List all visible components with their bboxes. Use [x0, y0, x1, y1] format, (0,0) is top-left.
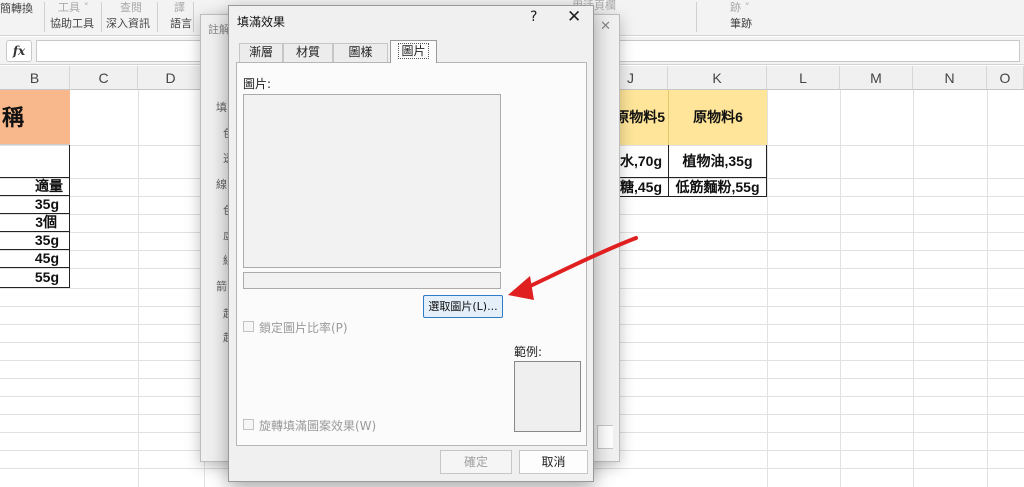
lock-ratio-checkbox[interactable] [243, 321, 254, 332]
select-picture-button[interactable]: 選取圖片(L)... [423, 295, 503, 318]
cell-k-header[interactable]: 原物料6 [668, 90, 767, 145]
column-header-l[interactable]: L [767, 66, 840, 90]
dialog-title: 填滿效果 [237, 15, 286, 29]
column-header-k[interactable]: K [668, 66, 767, 90]
rotate-fill-checkbox[interactable] [243, 419, 254, 430]
tab-pattern[interactable]: 圖樣 [333, 43, 388, 62]
picture-panel: 圖片: 選取圖片(L)... 鎖定圖片比率(P) 範例: 旋轉填滿圖案效果(W) [236, 62, 587, 446]
ribbon-item-accessibility[interactable]: 協助工具 [50, 15, 94, 31]
ribbon-item-tools[interactable]: 工具 ˅ [58, 0, 89, 15]
cell-b-5[interactable]: 45g [0, 249, 70, 268]
background-dialog-title: 註解 [208, 23, 230, 36]
column-header-b[interactable]: B [0, 66, 70, 90]
background-close-icon[interactable]: ✕ [600, 19, 611, 34]
sample-label: 範例: [514, 345, 543, 359]
background-label: 填 [216, 101, 227, 114]
picture-preview-area [243, 94, 501, 268]
picture-name-field [243, 272, 501, 289]
tab-label: 漸層 [248, 45, 273, 59]
ribbon-item-translate[interactable]: 譯 [174, 0, 185, 15]
cell-k-2[interactable]: 低筋麵粉,55g [668, 178, 767, 197]
fill-effects-dialog: 填滿效果 ? ✕ 漸層 材質 圖樣 圖片 圖片: 選取圖片(L)... 鎖定圖片… [228, 5, 594, 482]
cancel-button[interactable]: 取消 [519, 450, 588, 474]
ribbon-item-ink-menu[interactable]: 跡 ˅ [730, 0, 750, 15]
sample-preview [514, 361, 581, 432]
cell-k-1[interactable]: 植物油,35g [668, 145, 767, 178]
ribbon-item-lookup[interactable]: 查閱 [120, 0, 142, 15]
close-icon[interactable]: ✕ [567, 7, 581, 27]
tab-texture[interactable]: 材質 [283, 43, 333, 62]
cell-b-3[interactable]: 3個 [0, 213, 70, 232]
tab-gradient[interactable]: 漸層 [239, 43, 283, 62]
fx-icon[interactable]: fx [6, 40, 32, 62]
tab-picture[interactable]: 圖片 [390, 40, 437, 63]
cell-b-1[interactable]: 適量 [0, 177, 70, 196]
lock-ratio-label: 鎖定圖片比率(P) [259, 321, 348, 335]
cell-b-header[interactable]: 稱 [0, 90, 70, 145]
tab-label: 圖樣 [348, 45, 373, 59]
rotate-fill-label: 旋轉填滿圖案效果(W) [259, 419, 377, 433]
picture-label: 圖片: [243, 77, 272, 91]
column-header-c[interactable]: C [70, 66, 138, 90]
ribbon-item-ink[interactable]: 筆跡 [730, 15, 752, 31]
cell-b-6[interactable]: 55g [0, 267, 70, 288]
ribbon-item-convert[interactable]: 簡轉換 [0, 0, 33, 16]
column-header-o[interactable]: O [987, 66, 1024, 90]
tab-label: 材質 [295, 45, 320, 59]
column-header-d[interactable]: D [138, 66, 204, 90]
background-label: 線 [216, 178, 227, 191]
cell-b-empty[interactable] [0, 145, 70, 178]
cell-b-2[interactable]: 35g [0, 195, 70, 214]
background-button[interactable] [597, 425, 613, 449]
ribbon-item-language[interactable]: 語言 [170, 15, 192, 31]
ribbon-item-insights[interactable]: 深入資訊 [106, 15, 150, 31]
background-label: 箭 [216, 280, 227, 293]
column-header-n[interactable]: N [913, 66, 987, 90]
ok-button[interactable]: 確定 [440, 450, 512, 474]
help-icon[interactable]: ? [530, 9, 537, 25]
column-header-m[interactable]: M [840, 66, 913, 90]
cell-b-4[interactable]: 35g [0, 231, 70, 250]
tab-label: 圖片 [398, 43, 429, 59]
